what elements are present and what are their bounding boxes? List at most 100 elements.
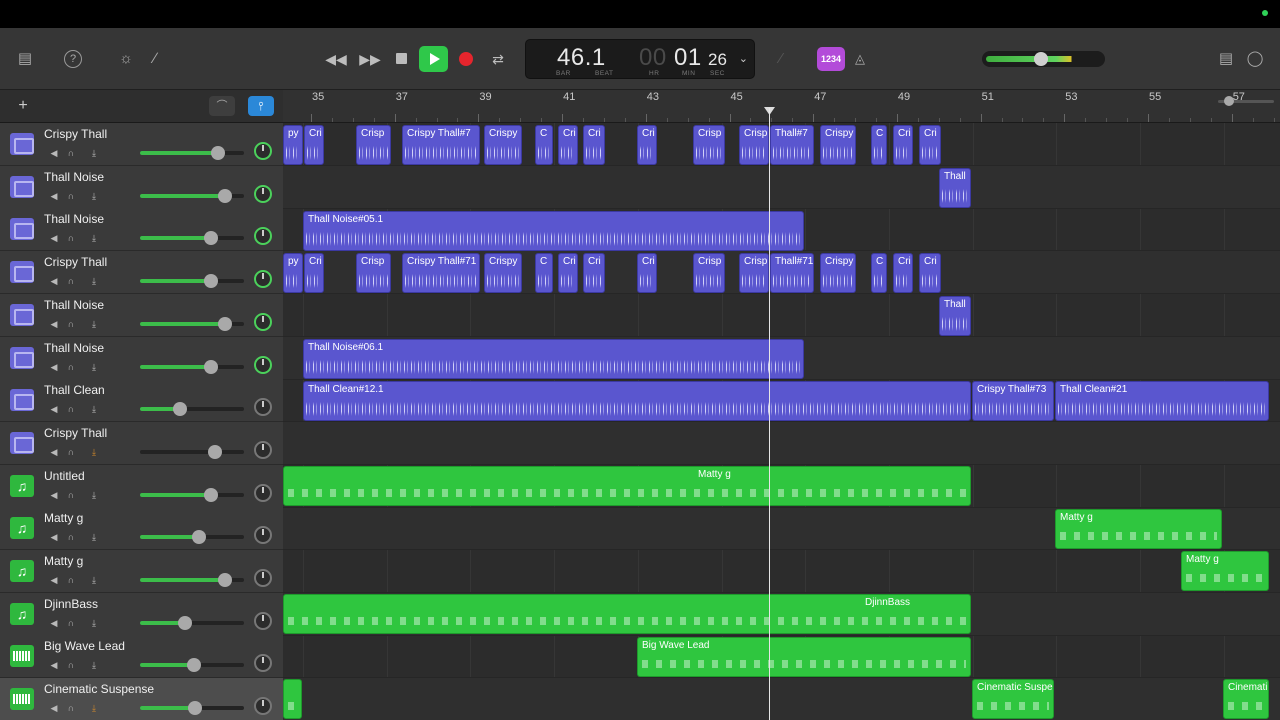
record-enable-icon[interactable]: ⤓ (87, 574, 101, 586)
record-enable-icon[interactable]: ⤓ (87, 361, 101, 373)
playhead[interactable] (769, 108, 770, 720)
mute-icon[interactable]: ◀ (47, 617, 61, 629)
track-lane[interactable] (283, 294, 1280, 337)
audio-region[interactable]: Thall#7 (770, 125, 814, 165)
zoom-slider[interactable] (1218, 96, 1274, 106)
audio-region[interactable]: Thall Noise#05.1 (303, 211, 804, 251)
volume-knob[interactable] (188, 701, 202, 715)
track-volume-slider[interactable] (140, 530, 244, 544)
volume-knob[interactable] (173, 402, 187, 416)
fast-forward-button[interactable]: ▶▶ (356, 46, 384, 72)
volume-knob[interactable] (218, 573, 232, 587)
track-header[interactable]: Crispy Thall ◀ ∩ ⤓ (0, 123, 283, 166)
track-volume-slider[interactable] (140, 616, 244, 630)
mute-icon[interactable]: ◀ (47, 361, 61, 373)
audio-region[interactable]: Crispy (820, 253, 856, 293)
midi-region[interactable]: Big Wave Lead (637, 637, 971, 677)
track-name[interactable]: Cinematic Suspense (44, 682, 154, 696)
volume-knob[interactable] (204, 360, 218, 374)
record-enable-icon[interactable]: ⤓ (87, 446, 101, 458)
audio-region[interactable]: C (871, 253, 887, 293)
track-name[interactable]: Crispy Thall (44, 426, 107, 440)
headphones-icon[interactable]: ∩ (64, 361, 78, 373)
audio-region[interactable]: Thall Noise#06.1 (303, 339, 804, 379)
audio-region[interactable]: Thall#71 (770, 253, 814, 293)
audio-region[interactable]: C (535, 125, 553, 165)
metronome-icon[interactable]: ◬ (850, 48, 870, 70)
pan-knob[interactable] (254, 697, 272, 715)
pan-knob[interactable] (254, 227, 272, 245)
pan-knob[interactable] (254, 526, 272, 544)
track-name[interactable]: Big Wave Lead (44, 639, 125, 653)
audio-region[interactable]: Thall (939, 168, 971, 208)
track-header[interactable]: Matty g ◀∩ ⤓ (0, 507, 283, 550)
smart-controls-icon[interactable]: ☼ (115, 48, 137, 70)
audio-region[interactable]: Crisp (739, 125, 769, 165)
record-enable-icon[interactable]: ⤓ (87, 190, 101, 202)
pan-knob[interactable] (254, 142, 272, 160)
stop-button[interactable] (396, 53, 407, 64)
volume-knob[interactable] (211, 146, 225, 160)
volume-knob[interactable] (178, 616, 192, 630)
audio-region[interactable]: Cri (304, 125, 324, 165)
track-header[interactable]: Big Wave Lead ◀ ∩ ⤓ (0, 635, 283, 678)
headphones-icon[interactable]: ∩ (64, 232, 78, 244)
headphones-icon[interactable]: ∩ (64, 403, 78, 415)
headphones-icon[interactable]: ∩ (64, 275, 78, 287)
volume-knob[interactable] (208, 445, 222, 459)
volume-knob[interactable] (192, 530, 206, 544)
pan-knob[interactable] (254, 356, 272, 374)
track-name[interactable]: Thall Noise (44, 341, 104, 355)
track-header[interactable]: Thall Noise ◀ ∩ ⤓ (0, 208, 283, 251)
volume-knob[interactable] (204, 274, 218, 288)
record-enable-icon[interactable]: ⤓ (87, 275, 101, 287)
audio-region[interactable]: Cri (893, 125, 913, 165)
audio-region[interactable]: Cri (893, 253, 913, 293)
timeline-ruler[interactable]: 35 37 39 41 43 45 47 49 51 53 55 57 (283, 90, 1280, 123)
headphones-icon[interactable]: ∩ (64, 489, 78, 501)
loop-browser-icon[interactable]: ◯ (1244, 48, 1266, 70)
headphones-icon[interactable]: ∩ (64, 318, 78, 330)
mute-icon[interactable]: ◀ (47, 574, 61, 586)
track-volume-slider[interactable] (140, 573, 244, 587)
track-header[interactable]: Thall Clean ◀ ∩ ⤓ (0, 379, 283, 422)
audio-region[interactable]: Crisp (356, 253, 391, 293)
lcd-display[interactable]: 46.1 BAR BEAT 00 HR 01 MIN 26 SEC ⌄ (525, 39, 755, 79)
audio-region[interactable]: Cri (583, 125, 605, 165)
track-volume-slider[interactable] (140, 231, 244, 245)
pan-knob[interactable] (254, 441, 272, 459)
audio-region[interactable]: Cri (919, 253, 941, 293)
midi-region[interactable] (283, 679, 302, 719)
record-button[interactable] (459, 52, 473, 66)
play-button[interactable] (419, 46, 448, 72)
track-volume-slider[interactable] (140, 189, 244, 203)
track-volume-slider[interactable] (140, 317, 244, 331)
track-volume-slider[interactable] (140, 274, 244, 288)
volume-knob[interactable] (204, 231, 218, 245)
editors-icon[interactable]: ∕ (144, 48, 166, 70)
track-volume-slider[interactable] (140, 701, 244, 715)
track-volume-slider[interactable] (140, 146, 244, 160)
headphones-icon[interactable]: ∩ (64, 574, 78, 586)
track-name[interactable]: Crispy Thall (44, 255, 107, 269)
volume-knob[interactable] (218, 317, 232, 331)
audio-region[interactable]: C (535, 253, 553, 293)
mute-icon[interactable]: ◀ (47, 489, 61, 501)
audio-region[interactable]: Crispy (484, 125, 522, 165)
track-volume-slider[interactable] (140, 658, 244, 672)
volume-knob[interactable] (187, 658, 201, 672)
pan-knob[interactable] (254, 654, 272, 672)
track-name[interactable]: Untitled (44, 469, 85, 483)
record-enable-icon[interactable]: ⤓ (87, 489, 101, 501)
audio-region[interactable]: Cri (558, 253, 578, 293)
mute-icon[interactable]: ◀ (47, 232, 61, 244)
track-lane[interactable] (283, 678, 1280, 720)
track-header[interactable]: Thall Noise ◀ ∩ ⤓ (0, 294, 283, 337)
pan-knob[interactable] (254, 398, 272, 416)
record-enable-icon[interactable]: ⤓ (87, 617, 101, 629)
audio-region[interactable]: Cri (919, 125, 941, 165)
track-header[interactable]: DjinnBass ◀∩ ⤓ (0, 593, 283, 636)
pan-knob[interactable] (254, 313, 272, 331)
track-volume-slider[interactable] (140, 402, 244, 416)
master-volume-knob[interactable] (1034, 52, 1048, 66)
